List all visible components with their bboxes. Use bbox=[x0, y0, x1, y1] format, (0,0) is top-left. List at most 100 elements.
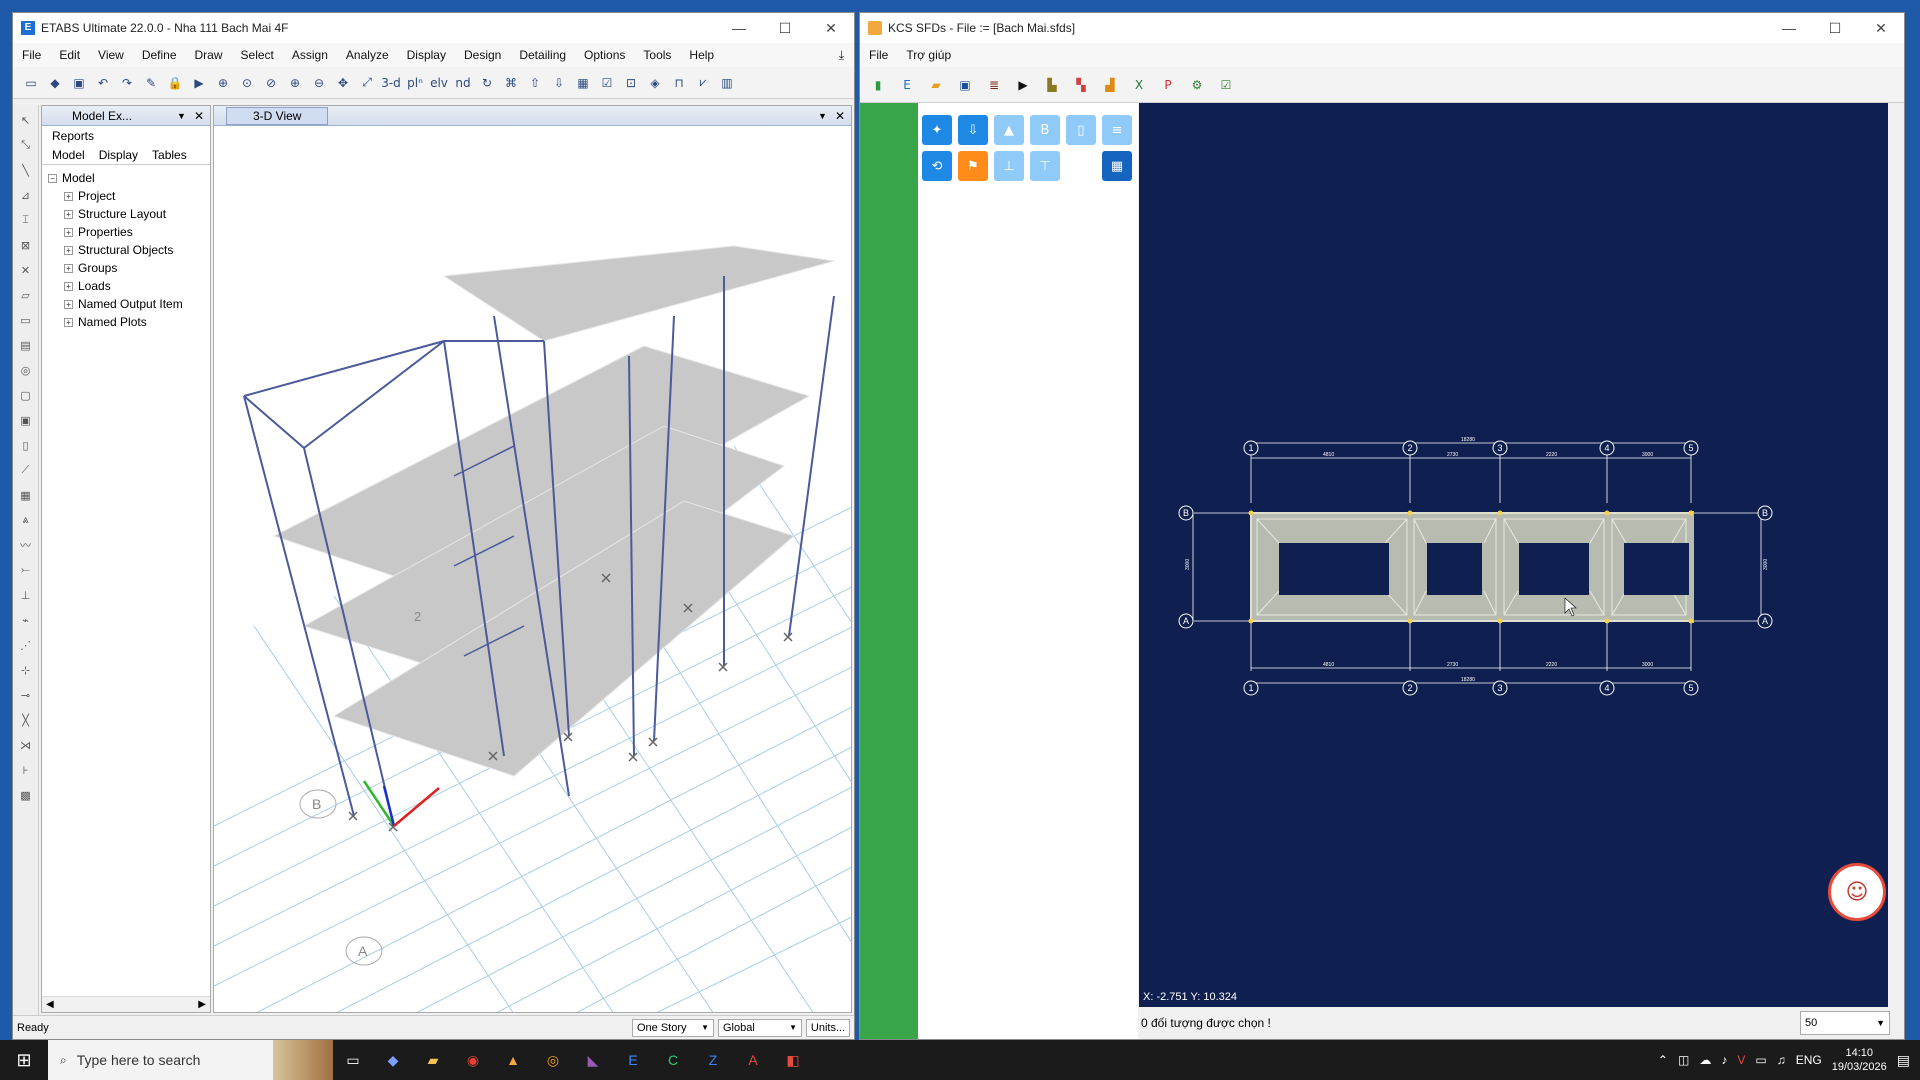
draw-cross-icon[interactable]: ✕ bbox=[17, 261, 35, 279]
frame-icon[interactable]: ⊓ bbox=[669, 73, 689, 93]
tab-model[interactable]: Model bbox=[52, 148, 85, 162]
network-icon[interactable]: ▭ bbox=[1755, 1053, 1766, 1067]
draw-column-icon[interactable]: ⌶ bbox=[17, 211, 35, 229]
move-down-icon[interactable]: ⇩ bbox=[549, 73, 569, 93]
notifications-icon[interactable]: ▤ bbox=[1897, 1052, 1910, 1069]
deformed-icon[interactable]: ⩗ bbox=[693, 73, 713, 93]
menu-draw[interactable]: Draw bbox=[186, 48, 232, 62]
pan-icon[interactable]: ✥ bbox=[333, 73, 353, 93]
expand-icon[interactable]: + bbox=[64, 209, 73, 219]
taskbar-search[interactable]: ⌕ Type here to search bbox=[48, 1040, 333, 1080]
chrome-icon[interactable]: ◉ bbox=[453, 1040, 493, 1080]
tab-tables[interactable]: Tables bbox=[152, 148, 187, 162]
draw-grid-icon[interactable]: ▦ bbox=[17, 486, 35, 504]
import-etabs-icon[interactable]: E bbox=[897, 75, 917, 95]
run-icon[interactable]: ▶ bbox=[189, 73, 209, 93]
layers-icon[interactable]: ≣ bbox=[984, 75, 1004, 95]
explorer-dropdown-icon[interactable]: ▼ bbox=[177, 111, 186, 121]
view-options-icon[interactable]: ◈ bbox=[645, 73, 665, 93]
cloud-icon[interactable]: ☁ bbox=[1699, 1053, 1711, 1067]
close-button[interactable]: ✕ bbox=[808, 20, 854, 37]
kcs-taskbar-icon[interactable]: ▲ bbox=[493, 1040, 533, 1080]
draw-brace-icon[interactable]: ⊠ bbox=[17, 236, 35, 254]
snap-intersection-icon[interactable]: ⋊ bbox=[17, 736, 35, 754]
footing-icon[interactable]: ▙ bbox=[1042, 75, 1062, 95]
task-view-icon[interactable]: ▭ bbox=[333, 1040, 373, 1080]
tree-node-named-output[interactable]: + Named Output Item bbox=[48, 295, 210, 313]
rotate-icon[interactable]: ↻ bbox=[477, 73, 497, 93]
expand-icon[interactable]: + bbox=[64, 317, 73, 327]
scroll-right-icon[interactable]: ▶ bbox=[198, 999, 206, 1010]
footing-orange-icon[interactable]: ▟ bbox=[1100, 75, 1120, 95]
file-explorer-icon[interactable]: ▰ bbox=[413, 1040, 453, 1080]
clock[interactable]: 14:10 19/03/2026 bbox=[1832, 1046, 1887, 1074]
display-options-icon[interactable]: ⊡ bbox=[621, 73, 641, 93]
kcs-menu-file[interactable]: File bbox=[860, 48, 897, 62]
elevation-view-button[interactable]: elv bbox=[429, 73, 449, 93]
view-3d-panel[interactable]: 3-D View ▼ ✕ 2 B A bbox=[213, 105, 852, 1013]
collapse-icon[interactable]: − bbox=[48, 173, 57, 183]
maximize-button[interactable]: ☐ bbox=[762, 20, 808, 37]
save-icon[interactable]: ▣ bbox=[69, 73, 89, 93]
maximize-button[interactable]: ☐ bbox=[1812, 20, 1858, 37]
foundation-plan[interactable]: 4810 2730 2220 3000 18280 4810 2730 2220… bbox=[1139, 103, 1890, 1009]
load-icon[interactable]: ⚑ bbox=[958, 151, 988, 181]
download-icon[interactable]: ⤓ bbox=[830, 48, 854, 63]
redo-icon[interactable]: ↷ bbox=[117, 73, 137, 93]
plan-view-button[interactable]: plⁿ bbox=[405, 73, 425, 93]
tree-node-structural-objects[interactable]: + Structural Objects bbox=[48, 241, 210, 259]
draw-point-icon[interactable]: ◎ bbox=[17, 361, 35, 379]
lock-icon[interactable]: 🔒 bbox=[165, 73, 185, 93]
zoom-prev-icon[interactable]: ⊘ bbox=[261, 73, 281, 93]
mic-icon[interactable]: ♪ bbox=[1721, 1053, 1727, 1067]
draw-dimension-icon[interactable]: ⤚ bbox=[17, 561, 35, 579]
expand-icon[interactable]: + bbox=[64, 299, 73, 309]
assistant-robot-icon[interactable]: ☺ bbox=[1828, 863, 1886, 921]
menu-analyze[interactable]: Analyze bbox=[337, 48, 398, 62]
footing-red-icon[interactable]: ▚ bbox=[1071, 75, 1091, 95]
draw-tag-icon[interactable]: ⌁ bbox=[17, 611, 35, 629]
zalo-icon[interactable]: Z bbox=[693, 1040, 733, 1080]
scroll-left-icon[interactable]: ◀ bbox=[46, 999, 54, 1010]
model-explorer-tab[interactable]: Model Ex... bbox=[42, 109, 132, 123]
drawing-canvas[interactable]: 4810 2730 2220 3000 18280 4810 2730 2220… bbox=[1139, 103, 1888, 1007]
windows-start-icon[interactable]: ⊞ bbox=[0, 1040, 48, 1080]
kcs-menu-help[interactable]: Trợ giúp bbox=[897, 48, 960, 62]
draw-beam-icon[interactable]: ⊿ bbox=[17, 186, 35, 204]
menu-view[interactable]: View bbox=[89, 48, 133, 62]
tree-node-properties[interactable]: + Properties bbox=[48, 223, 210, 241]
volume-icon[interactable]: ♫ bbox=[1777, 1053, 1786, 1067]
units-button[interactable]: Units... bbox=[806, 1018, 850, 1037]
zoom-window-icon[interactable]: ⊕ bbox=[213, 73, 233, 93]
new-sheet-icon[interactable]: ▮ bbox=[868, 75, 888, 95]
menu-tools[interactable]: Tools bbox=[634, 48, 680, 62]
draw-opening-icon[interactable]: ▢ bbox=[17, 386, 35, 404]
menu-help[interactable]: Help bbox=[680, 48, 723, 62]
draw-slab-icon[interactable]: ▣ bbox=[17, 411, 35, 429]
expand-icon[interactable]: + bbox=[64, 227, 73, 237]
sheet-icon[interactable]: ▯ bbox=[1066, 115, 1096, 145]
import-icon[interactable]: ⇩ bbox=[958, 115, 988, 145]
beam-label-button[interactable]: B bbox=[1030, 115, 1060, 145]
run-icon[interactable]: ▶ bbox=[1013, 75, 1033, 95]
pencil-icon[interactable]: ✎ bbox=[141, 73, 161, 93]
draw-rect-icon[interactable]: ▭ bbox=[17, 311, 35, 329]
zoom-in-icon[interactable]: ⊕ bbox=[285, 73, 305, 93]
close-button[interactable]: ✕ bbox=[1858, 20, 1904, 37]
menu-options[interactable]: Options bbox=[575, 48, 634, 62]
reshape-icon[interactable]: ⤡ bbox=[17, 136, 35, 154]
excel-icon[interactable]: X bbox=[1129, 75, 1149, 95]
draw-wall-icon[interactable]: ▤ bbox=[17, 336, 35, 354]
snap-grid-icon[interactable]: ▩ bbox=[17, 786, 35, 804]
nd-button[interactable]: nd bbox=[453, 73, 473, 93]
app-red-icon[interactable]: ◧ bbox=[773, 1040, 813, 1080]
snap-midpoint-icon[interactable]: ⊸ bbox=[17, 686, 35, 704]
story-dropdown[interactable]: One Story ▼ bbox=[632, 1018, 714, 1037]
minimize-button[interactable]: — bbox=[716, 20, 762, 37]
tab-3d-view[interactable]: 3-D View bbox=[226, 106, 329, 125]
object-shrink-icon[interactable]: ▦ bbox=[573, 73, 593, 93]
expand-icon[interactable]: + bbox=[64, 245, 73, 255]
antivirus-icon[interactable]: V bbox=[1737, 1053, 1745, 1067]
move-up-icon[interactable]: ⇧ bbox=[525, 73, 545, 93]
draw-link-icon[interactable]: ⟋ bbox=[17, 461, 35, 479]
